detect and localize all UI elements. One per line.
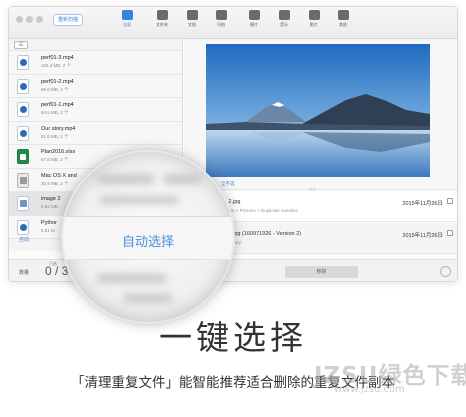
music-icon (278, 10, 290, 20)
category-label: 文件夹 (156, 22, 168, 27)
duplicate-date: 2015年11月26日 (402, 233, 443, 239)
category-music[interactable]: 音乐 (273, 10, 295, 28)
deselect-all-button[interactable]: 全不选 (221, 181, 235, 187)
file-size: 61.6 MB, 2 个 (41, 133, 69, 139)
duplicate-checkbox[interactable] (447, 230, 453, 236)
file-row[interactable]: perf01-1.mp4 84.6 MB, 2 个 (9, 98, 182, 122)
blurred-text (123, 294, 173, 303)
all-files-icon (121, 10, 133, 20)
view-toggle-icon[interactable]: ☰ (14, 41, 28, 49)
remove-button[interactable]: 移除 (285, 266, 358, 278)
file-name: Mac OS X and (41, 172, 77, 179)
sidebar-auto-select-button[interactable]: 自动 (19, 236, 29, 243)
blurred-text (99, 196, 179, 204)
file-name: perf01-1.mp4 (41, 102, 74, 108)
duplicate-date: 2015年11月26日 (402, 201, 443, 207)
category-image[interactable]: 图片 (243, 10, 265, 28)
video-file-icon (17, 125, 29, 141)
category-label: 图片 (250, 22, 258, 27)
category-label: 音乐 (280, 22, 288, 27)
category-film[interactable]: 影片 (303, 10, 325, 28)
preview-photo (206, 44, 430, 177)
document-icon (186, 10, 198, 20)
file-name: Our story.mp4 (41, 125, 76, 132)
film-icon (308, 10, 320, 20)
file-name: perf01-3.mp4 (41, 55, 74, 61)
file-size: 104.4 MB, 2 个 (41, 63, 72, 68)
image-file-icon (17, 196, 29, 211)
file-size: 84.6 MB, 2 个 (41, 110, 69, 115)
category-label: 归档 (217, 22, 225, 27)
file-row[interactable]: perf01-3.mp4 104.4 MB, 2 个 (9, 51, 182, 75)
video-file-icon (17, 219, 29, 235)
category-all[interactable]: 全部 (116, 10, 138, 28)
file-row[interactable]: Our story.mp4 61.6 MB, 2 个 (9, 121, 182, 145)
category-label: 其他 (339, 22, 347, 27)
file-size: 5.51 M (41, 227, 55, 233)
other-icon (337, 10, 349, 20)
video-file-icon (17, 78, 29, 94)
category-other[interactable]: 其他 (332, 10, 354, 28)
file-size: 35.9 MB, 2 个 (41, 180, 69, 186)
category-label: 全部 (123, 22, 131, 27)
category-label: 文档 (188, 22, 196, 27)
file-size: 8.52 MB (41, 204, 58, 209)
sidebar-toolbar: ☰ (9, 39, 182, 51)
category-archive[interactable]: 归档 (210, 10, 232, 28)
image-preview (184, 39, 457, 189)
blurred-text (163, 174, 203, 184)
blurred-text (97, 274, 167, 283)
auto-select-button[interactable]: 自动选择 (63, 231, 233, 250)
folder-icon (156, 10, 168, 20)
magnifier-lens: 自动选择 (63, 152, 233, 322)
divider (184, 189, 457, 190)
file-name: image 2 (41, 196, 61, 202)
toolbar: 重新扫描 全部 文件夹 文档 归档 图片 音乐 影片 其他 (9, 7, 457, 39)
close-window-icon[interactable] (16, 16, 23, 23)
file-size: 57.8 MB, 2 个 (41, 157, 69, 162)
disk-image-file-icon (17, 172, 29, 188)
file-size: 96.0 MB, 2 个 (41, 86, 69, 92)
zoom-window-icon[interactable] (36, 16, 43, 23)
blurred-text (95, 174, 155, 184)
duplicate-checkbox[interactable] (447, 198, 453, 204)
image-icon (248, 10, 260, 20)
headline: 一键选择 (159, 318, 307, 357)
file-name: perf01-2.mp4 (41, 78, 74, 85)
restart-scan-button[interactable]: 重新扫描 (53, 14, 84, 26)
selected-count: 0 / 3 (45, 264, 69, 278)
spreadsheet-file-icon (17, 149, 29, 164)
count-label: 数量 (19, 270, 30, 276)
smiley-icon[interactable] (440, 266, 451, 277)
video-file-icon (17, 102, 29, 117)
file-name: Pythor (41, 219, 57, 226)
file-row[interactable]: perf01-2.mp4 96.0 MB, 2 个 (9, 74, 182, 98)
watermark-url: www.jzsu.com (334, 384, 405, 395)
minimize-window-icon[interactable] (26, 16, 33, 23)
promo-canvas: 重新扫描 全部 文件夹 文档 归档 图片 音乐 影片 其他 ☰ perf01-3… (0, 0, 466, 417)
video-file-icon (17, 55, 29, 70)
category-document[interactable]: 文档 (181, 10, 203, 28)
category-label: 影片 (310, 22, 318, 27)
category-folder[interactable]: 文件夹 (151, 10, 173, 28)
file-name: Plan2016.xlsx (41, 149, 76, 155)
archive-icon (215, 10, 227, 20)
